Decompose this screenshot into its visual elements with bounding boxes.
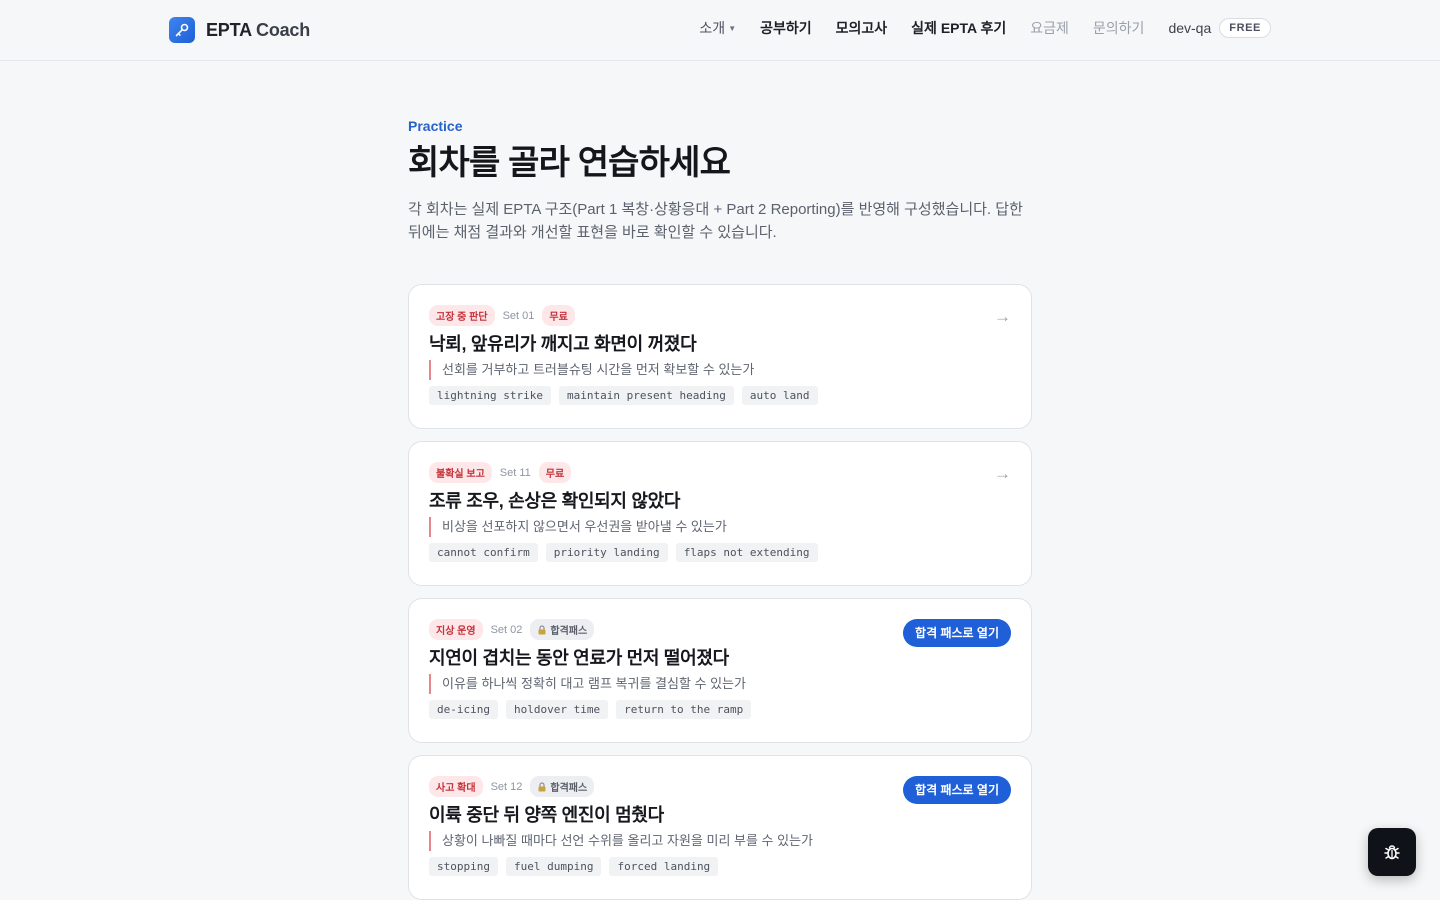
keyword-list: stopping fuel dumping forced landing	[429, 857, 719, 876]
keyword-chip: flaps not extending	[675, 543, 818, 562]
keyword-chip: de-icing	[429, 700, 498, 719]
lock-icon	[538, 781, 546, 791]
keyword-chip: forced landing	[609, 857, 719, 876]
card-title: 지연이 겹치는 동안 연료가 먼저 떨어졌다	[429, 648, 729, 668]
practice-set-card[interactable]: 고장 중 판단 Set 01 무료 → 낙뢰, 앞유리가 깨지고 화면이 꺼졌다…	[408, 284, 1032, 429]
nav-study[interactable]: 공부하기	[760, 18, 812, 38]
card-title: 조류 조우, 손상은 확인되지 않았다	[429, 491, 681, 511]
card-subtitle: 이유를 하나씩 정확히 대고 램프 복귀를 결심할 수 있는가	[429, 674, 746, 694]
bug-icon	[1384, 845, 1400, 860]
lock-icon	[538, 624, 546, 634]
page-intro: Practice 회차를 골라 연습하세요 각 회차는 실제 EPTA 구조(P…	[408, 118, 1032, 244]
pass-badge: 합격패스	[530, 619, 595, 640]
category-tag: 불확실 보고	[429, 462, 492, 483]
plan-badge: FREE	[1219, 18, 1271, 38]
practice-set-card-locked[interactable]: 지상 운영 Set 02 합격패스 합격 패스로 열기 지연이 겹치는 동안 연…	[408, 598, 1032, 743]
brand-name: EPTA Coach	[206, 19, 311, 40]
keyword-chip: maintain present heading	[558, 386, 734, 405]
keyword-list: de-icing holdover time return to the ram…	[429, 700, 752, 719]
card-title: 낙뢰, 앞유리가 깨지고 화면이 꺼졌다	[429, 334, 697, 354]
keyword-chip: priority landing	[545, 543, 668, 562]
arrow-right-icon[interactable]: →	[994, 307, 1011, 327]
practice-set-card[interactable]: 불확실 보고 Set 11 무료 → 조류 조우, 손상은 확인되지 않았다 비…	[408, 441, 1032, 586]
chevron-down-icon: ▼	[728, 24, 737, 33]
top-navigation-bar: EPTA Coach 소개 ▼ 공부하기 모의고사 실제 EPTA 후기 요금제 …	[0, 0, 1440, 61]
nav-mock-exam[interactable]: 모의고사	[836, 18, 888, 38]
free-badge: 무료	[538, 462, 572, 483]
nav-contact[interactable]: 문의하기	[1093, 18, 1145, 38]
card-subtitle: 선회를 거부하고 트러블슈팅 시간을 먼저 확보할 수 있는가	[429, 360, 754, 380]
user-menu[interactable]: dev-qa	[1168, 20, 1211, 36]
key-icon	[169, 17, 195, 43]
set-number: Set 11	[499, 466, 531, 479]
arrow-right-icon[interactable]: →	[994, 464, 1011, 484]
keyword-chip: auto land	[741, 386, 818, 405]
keyword-chip: return to the ramp	[616, 700, 752, 719]
category-tag: 지상 운영	[429, 619, 483, 640]
open-with-pass-button[interactable]: 합격 패스로 열기	[903, 776, 1011, 804]
keyword-chip: stopping	[429, 857, 498, 876]
keyword-chip: holdover time	[505, 700, 609, 719]
brand-home-link[interactable]: EPTA Coach	[169, 17, 310, 43]
section-eyebrow: Practice	[408, 118, 463, 134]
keyword-chip: fuel dumping	[505, 857, 602, 876]
set-number: Set 12	[490, 780, 523, 793]
card-title: 이륙 중단 뒤 양쪽 엔진이 멈췄다	[429, 805, 664, 825]
set-number: Set 02	[490, 623, 523, 636]
card-subtitle: 비상을 선포하지 않으면서 우선권을 받아낼 수 있는가	[429, 517, 727, 537]
practice-set-card-locked[interactable]: 사고 확대 Set 12 합격패스 합격 패스로 열기 이륙 중단 뒤 양쪽 엔…	[408, 755, 1032, 900]
keyword-chip: cannot confirm	[429, 543, 538, 562]
main-nav: 소개 ▼ 공부하기 모의고사 실제 EPTA 후기 요금제 문의하기 dev-qa…	[699, 18, 1271, 38]
nav-epta-reviews[interactable]: 실제 EPTA 후기	[911, 18, 1006, 38]
nav-about[interactable]: 소개 ▼	[699, 18, 736, 38]
bug-report-button[interactable]	[1368, 828, 1416, 876]
keyword-chip: lightning strike	[429, 386, 551, 405]
keyword-list: cannot confirm priority landing flaps no…	[429, 543, 818, 562]
keyword-list: lightning strike maintain present headin…	[429, 386, 818, 405]
pass-badge: 합격패스	[530, 776, 595, 797]
page-title: 회차를 골라 연습하세요	[408, 144, 731, 182]
category-tag: 사고 확대	[429, 776, 483, 797]
open-with-pass-button[interactable]: 합격 패스로 열기	[903, 619, 1011, 647]
set-number: Set 01	[502, 309, 535, 322]
card-subtitle: 상황이 나빠질 때마다 선언 수위를 올리고 자원을 미리 부를 수 있는가	[429, 831, 813, 851]
free-badge: 무료	[542, 305, 575, 326]
nav-pricing[interactable]: 요금제	[1030, 18, 1069, 38]
page-description: 각 회차는 실제 EPTA 구조(Part 1 복창·상황응대 + Part 2…	[408, 201, 1023, 241]
category-tag: 고장 중 판단	[429, 305, 495, 326]
